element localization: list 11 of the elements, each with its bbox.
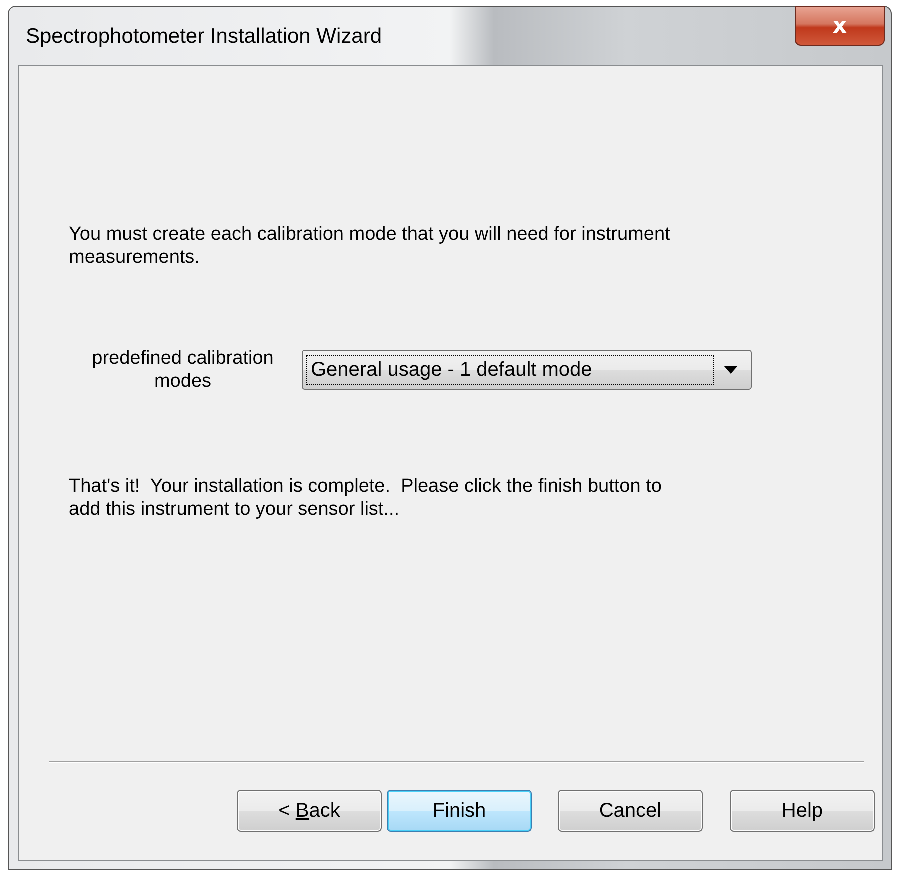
window-title: Spectrophotometer Installation Wizard <box>25 24 382 49</box>
completion-text: That's it! Your installation is complete. Please click the finish button to add this instrument to your sensor list... <box>69 475 663 521</box>
close-button[interactable]: x <box>795 6 885 46</box>
dropdown-arrow-icon <box>724 366 738 374</box>
dialog-button[interactable]: < Back <box>237 790 382 832</box>
calibration-mode-dropdown[interactable]: General usage - 1 default mode <box>302 350 752 390</box>
default-button[interactable]: Finish <box>387 790 532 832</box>
dialog-button[interactable]: Help <box>730 790 875 832</box>
field-label: predefined calibration modes <box>91 347 275 393</box>
dialog-button[interactable]: Cancel <box>558 790 703 832</box>
instruction-text: You must create each calibration mode that you will need for instrument measurements. <box>69 223 672 269</box>
